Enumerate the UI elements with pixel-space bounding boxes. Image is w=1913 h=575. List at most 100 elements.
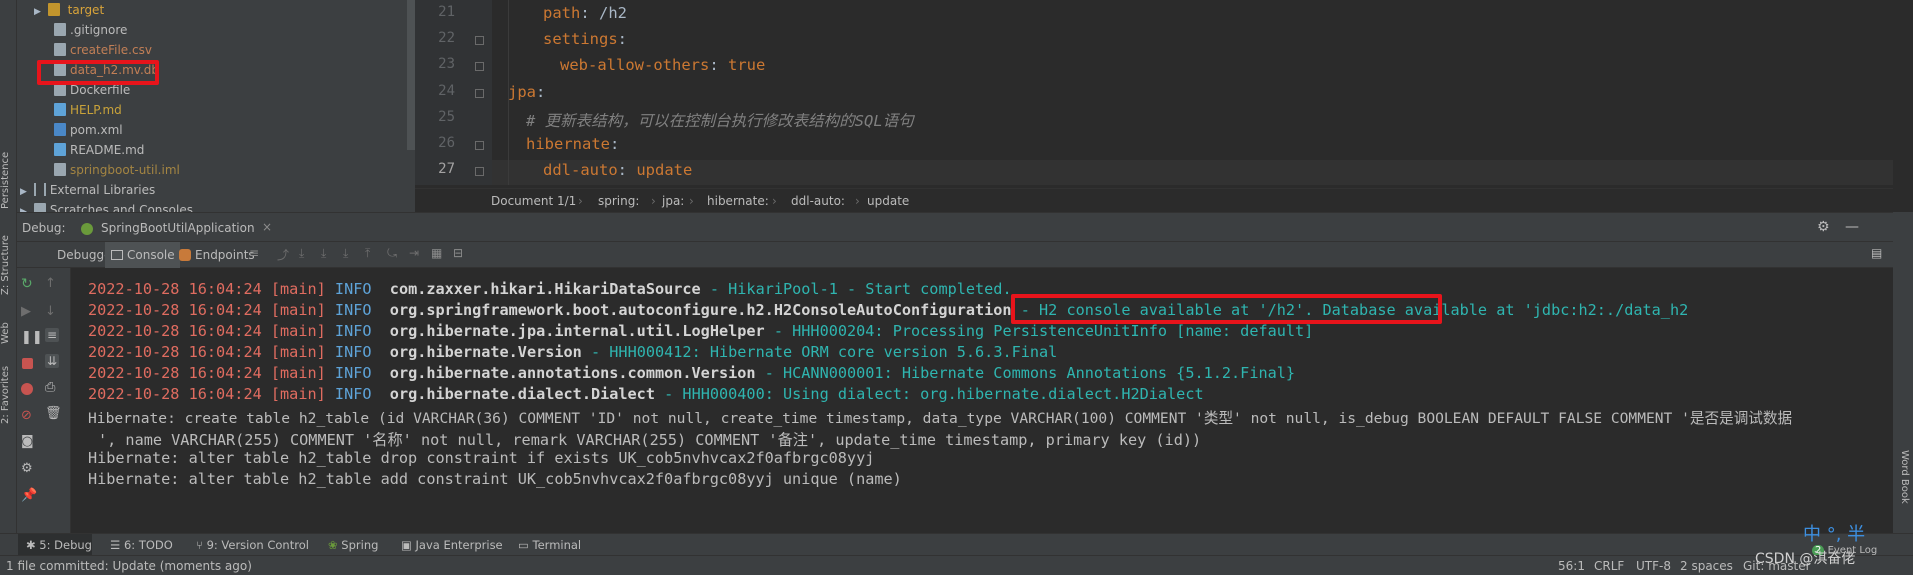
expand-arrow-icon[interactable]: ▶ bbox=[20, 182, 30, 202]
line-number: 26 bbox=[438, 135, 455, 151]
structure-tab[interactable]: Z: Structure bbox=[0, 232, 17, 298]
step-out-icon[interactable]: ⤒ bbox=[365, 246, 370, 261]
tree-item-createfile[interactable]: createFile.csv bbox=[54, 40, 152, 60]
java-enterprise-icon: ▣ bbox=[401, 538, 416, 552]
tree-item-help-md[interactable]: HELP.md bbox=[54, 100, 122, 120]
tree-item-iml[interactable]: springboot-util.iml bbox=[54, 160, 180, 180]
breadcrumb-spring[interactable]: spring: bbox=[598, 189, 639, 213]
highlight-box bbox=[1011, 294, 1442, 324]
view-breakpoints-icon[interactable] bbox=[21, 383, 33, 395]
session-tab[interactable]: SpringBootUtilApplication bbox=[101, 221, 255, 235]
run-to-cursor-icon[interactable]: ⇥ bbox=[409, 246, 419, 260]
breadcrumb-ddl-auto[interactable]: ddl-auto: bbox=[791, 189, 845, 213]
tree-scrollbar[interactable] bbox=[407, 0, 415, 150]
right-tool-strip: Word Book bbox=[1893, 212, 1913, 533]
tab-debug[interactable]: ✱ 5: Debug bbox=[18, 534, 92, 556]
fold-marker-icon[interactable] bbox=[475, 89, 484, 98]
print-icon[interactable]: ⎙ bbox=[45, 380, 59, 395]
resume-icon[interactable]: ▶ bbox=[21, 304, 35, 319]
tree-item-pom[interactable]: pom.xml bbox=[54, 120, 123, 140]
fold-marker-icon[interactable] bbox=[475, 141, 484, 150]
status-message[interactable]: 1 file committed: Update (moments ago) bbox=[6, 556, 252, 575]
tab-endpoints[interactable]: Endpoints bbox=[195, 248, 255, 262]
console-icon bbox=[111, 250, 123, 260]
line-number: 25 bbox=[438, 109, 455, 125]
current-line-highlight bbox=[492, 160, 1893, 185]
markdown-icon bbox=[54, 103, 66, 116]
watermark: CSDN @淇奋佬 bbox=[1755, 551, 1856, 567]
evaluate-icon[interactable]: ▦ bbox=[431, 246, 442, 260]
markdown-icon bbox=[54, 143, 66, 156]
drop-frame-icon[interactable]: ⤿ bbox=[387, 246, 397, 261]
tab-console[interactable]: Console bbox=[127, 248, 175, 262]
file-encoding[interactable]: UTF-8 bbox=[1636, 556, 1671, 575]
step-into-icon[interactable]: ⤓ bbox=[321, 246, 326, 261]
code-line-27: ddl-auto: update bbox=[543, 161, 693, 179]
camera-icon[interactable]: ◙ bbox=[21, 434, 35, 449]
indent-setting[interactable]: 2 spaces bbox=[1680, 556, 1733, 575]
log-line: 2022-10-28 16:04:24 [main] INFO org.hibe… bbox=[88, 343, 1058, 361]
debug-tab-bar: Debugger Console Endpoints ≡ ⤴ ⤓ ⤓ ⤓ ⤒ ⤿… bbox=[17, 242, 1893, 268]
trace-icon[interactable]: ⊟ bbox=[453, 246, 463, 260]
breadcrumb-hibernate[interactable]: hibernate: bbox=[707, 189, 769, 213]
line-number: 23 bbox=[438, 56, 455, 72]
fold-marker-icon[interactable] bbox=[475, 36, 484, 45]
layout-icon[interactable]: ▤ bbox=[1871, 246, 1882, 260]
scroll-to-end-icon[interactable]: ⇊ bbox=[45, 354, 59, 368]
scroll-down-icon[interactable]: ↓ bbox=[45, 304, 59, 319]
trash-icon[interactable]: 🗑 bbox=[45, 406, 62, 421]
show-execution-point-icon[interactable]: ⤴ bbox=[277, 246, 289, 263]
expand-arrow-icon[interactable]: ▶ bbox=[20, 202, 30, 212]
breadcrumb-update[interactable]: update bbox=[867, 189, 909, 213]
console-output[interactable]: 2022-10-28 16:04:24 [main] INFO com.zaxx… bbox=[72, 268, 1893, 533]
line-separator[interactable]: CRLF bbox=[1594, 556, 1624, 575]
tab-version-control[interactable]: ⑂ 9: Version Control bbox=[196, 534, 309, 556]
tab-java-enterprise[interactable]: ▣ Java Enterprise bbox=[401, 534, 503, 556]
fold-marker-icon[interactable] bbox=[475, 62, 484, 71]
tree-item-scratches[interactable]: ▶ Scratches and Consoles bbox=[20, 200, 193, 212]
close-session-icon[interactable]: × bbox=[262, 220, 272, 234]
line-number: 27 bbox=[438, 161, 455, 177]
tab-spring[interactable]: ❀ Spring bbox=[328, 534, 378, 556]
branch-icon: ⑂ bbox=[196, 538, 207, 552]
code-line-23: web-allow-others: true bbox=[560, 56, 766, 74]
minimize-icon[interactable]: — bbox=[1845, 219, 1859, 235]
menu-icon[interactable]: ≡ bbox=[249, 246, 259, 260]
tree-item-gitignore[interactable]: .gitignore bbox=[54, 20, 127, 40]
tree-item-target[interactable]: ▶ target bbox=[34, 0, 104, 20]
tab-terminal[interactable]: ▭ Terminal bbox=[518, 534, 581, 556]
rerun-icon[interactable]: ↻ bbox=[21, 276, 35, 292]
soft-wrap-icon[interactable]: ≡ bbox=[45, 328, 59, 342]
expand-arrow-icon[interactable]: ▶ bbox=[34, 2, 44, 22]
fold-marker-icon[interactable] bbox=[475, 167, 484, 176]
log-line: 2022-10-28 16:04:24 [main] INFO com.zaxx… bbox=[88, 280, 1012, 298]
tree-item-readme[interactable]: README.md bbox=[54, 140, 144, 160]
persistence-tab[interactable]: Persistence bbox=[0, 150, 17, 210]
yaml-editor[interactable]: 21 22 23 24 25 26 27 path: /h2 settings:… bbox=[415, 0, 1893, 212]
force-step-into-icon[interactable]: ⤓ bbox=[343, 246, 348, 261]
breadcrumb-document[interactable]: Document 1/1 bbox=[491, 189, 576, 213]
terminal-icon: ▭ bbox=[518, 538, 533, 552]
word-book-tab[interactable]: Word Book bbox=[1893, 447, 1910, 507]
web-tab[interactable]: Web bbox=[0, 318, 17, 348]
file-icon bbox=[54, 163, 66, 176]
tab-todo[interactable]: ☰ 6: TODO bbox=[110, 534, 173, 556]
gear-icon[interactable]: ⚙ bbox=[1817, 219, 1830, 235]
settings-icon[interactable]: ⚙ bbox=[21, 461, 35, 476]
mute-breakpoints-icon[interactable]: ⊘ bbox=[21, 408, 35, 423]
list-icon: ☰ bbox=[110, 538, 124, 552]
caret-position[interactable]: 56:1 bbox=[1558, 556, 1585, 575]
stop-icon[interactable] bbox=[22, 358, 33, 369]
scratch-icon bbox=[33, 203, 46, 212]
tree-item-external-libraries[interactable]: ▶ External Libraries bbox=[20, 180, 155, 200]
spring-icon: ❀ bbox=[328, 538, 342, 552]
pin-icon[interactable]: 📌 bbox=[21, 488, 37, 503]
highlight-box bbox=[37, 60, 159, 85]
pause-icon[interactable]: ❚❚ bbox=[21, 330, 43, 345]
favorites-tab[interactable]: 2: Favorites bbox=[0, 360, 17, 430]
breadcrumb-jpa[interactable]: jpa: bbox=[662, 189, 684, 213]
status-bar: 1 file committed: Update (moments ago) 5… bbox=[0, 551, 1913, 575]
scroll-up-icon[interactable]: ↑ bbox=[45, 276, 59, 291]
step-over-icon[interactable]: ⤓ bbox=[299, 246, 304, 261]
code-line-22: settings: bbox=[543, 30, 627, 48]
